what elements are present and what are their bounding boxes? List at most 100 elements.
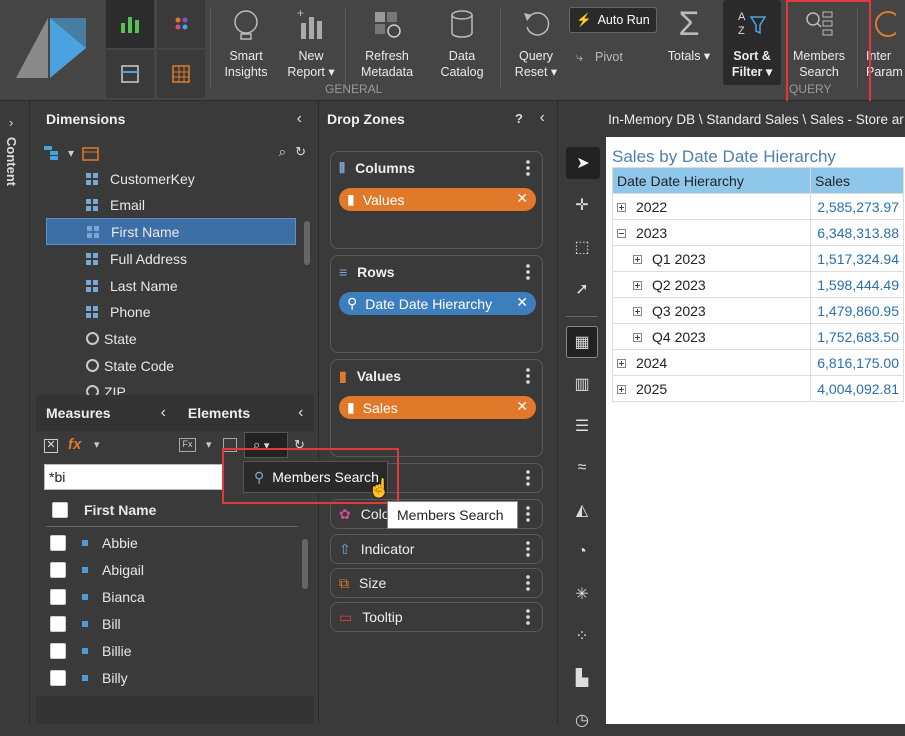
column-chart-icon[interactable]: ▥ bbox=[566, 368, 598, 400]
grid-visual-icon[interactable]: ▦ bbox=[566, 326, 598, 358]
totals-button[interactable]: Σ Totals ▾ bbox=[664, 0, 714, 85]
more-options-icon[interactable] bbox=[526, 540, 530, 558]
member-checkbox[interactable] bbox=[50, 670, 66, 686]
radar-chart-icon[interactable]: ✳ bbox=[566, 578, 598, 610]
member-checkbox[interactable] bbox=[50, 562, 66, 578]
area-chart-icon[interactable]: ◭ bbox=[566, 494, 598, 526]
more-options-icon[interactable] bbox=[526, 574, 530, 592]
remove-icon[interactable]: ✕ bbox=[516, 294, 528, 311]
list-item[interactable]: Abigail bbox=[50, 556, 144, 583]
refresh-metadata-button[interactable]: Refresh Metadata bbox=[352, 0, 422, 85]
dimension-item-first-name[interactable]: First Name bbox=[46, 218, 296, 245]
palette-view-button[interactable] bbox=[157, 0, 205, 48]
dimensions-scrollbar[interactable] bbox=[304, 221, 310, 265]
dropdown-caret-icon[interactable]: ▾ bbox=[206, 438, 212, 451]
table-row[interactable]: 20236,348,313.88 bbox=[613, 220, 904, 246]
dimension-item-last-name[interactable]: Last Name bbox=[36, 272, 178, 299]
table-row[interactable]: 20222,585,273.97 bbox=[613, 194, 904, 220]
column-header[interactable]: Date Date Hierarchy bbox=[613, 168, 811, 194]
expand-icon[interactable] bbox=[633, 255, 642, 264]
grid-view-button[interactable] bbox=[157, 50, 205, 98]
remove-icon[interactable]: ✕ bbox=[516, 398, 528, 415]
values-drop-zone[interactable]: ▮Values ▮Sales✕ bbox=[330, 359, 543, 457]
table-row[interactable]: Q1 20231,517,324.94 bbox=[613, 246, 904, 272]
member-checkbox[interactable] bbox=[50, 643, 66, 659]
expand-icon[interactable] bbox=[617, 359, 626, 368]
rows-drop-zone[interactable]: ≡Rows ⚲Date Date Hierarchy✕ bbox=[330, 255, 543, 353]
member-search-input[interactable] bbox=[44, 464, 224, 490]
hierarchy-icon[interactable] bbox=[44, 146, 60, 160]
smart-insights-button[interactable]: Smart Insights bbox=[216, 0, 276, 85]
more-options-icon[interactable] bbox=[526, 608, 530, 626]
calendar-icon[interactable] bbox=[82, 145, 100, 161]
select-all-checkbox[interactable] bbox=[52, 502, 68, 518]
indicator-drop-zone[interactable]: ⇧Indicator bbox=[330, 534, 543, 564]
sort-filter-button[interactable]: AZ Sort & Filter ▾ bbox=[723, 0, 781, 85]
gauge-icon[interactable]: ◷ bbox=[566, 704, 598, 736]
crosshair-tool-icon[interactable]: ✛ bbox=[566, 189, 598, 221]
collapse-measures-icon[interactable]: ‹ bbox=[161, 404, 166, 422]
scatter-chart-icon[interactable]: ⁘ bbox=[566, 620, 598, 652]
more-options-icon[interactable] bbox=[526, 263, 530, 281]
formula-icon[interactable]: Fx bbox=[179, 438, 196, 452]
dimension-item-phone[interactable]: Phone bbox=[36, 298, 150, 325]
dimension-item-email[interactable]: Email bbox=[36, 191, 145, 218]
table-row[interactable]: 20254,004,092.81 bbox=[613, 376, 904, 402]
column-header[interactable]: Sales bbox=[811, 168, 904, 194]
collapse-elements-icon[interactable]: ‹ bbox=[298, 404, 303, 422]
new-report-button[interactable]: + New Report ▾ bbox=[282, 0, 340, 85]
refresh-icon[interactable]: ↻ bbox=[295, 144, 306, 160]
size-drop-zone[interactable]: ⧉Size bbox=[330, 568, 543, 598]
interactive-param-button[interactable]: Inter Param bbox=[866, 0, 905, 85]
expand-icon[interactable] bbox=[633, 281, 642, 290]
content-side-tab[interactable]: › Content bbox=[0, 101, 30, 724]
help-icon[interactable]: ? bbox=[515, 111, 523, 126]
table-row[interactable]: Q4 20231,752,683.50 bbox=[613, 324, 904, 350]
date-hierarchy-pill[interactable]: ⚲Date Date Hierarchy✕ bbox=[339, 292, 536, 315]
list-item[interactable]: Billy bbox=[50, 664, 128, 691]
tooltip-drop-zone[interactable]: ▭Tooltip bbox=[330, 602, 543, 632]
dimension-item-customerkey[interactable]: CustomerKey bbox=[36, 165, 195, 192]
table-row[interactable]: Q2 20231,598,444.49 bbox=[613, 272, 904, 298]
expand-icon[interactable] bbox=[633, 307, 642, 316]
collapse-icon[interactable] bbox=[617, 229, 626, 238]
expand-icon[interactable] bbox=[617, 385, 626, 394]
list-item[interactable]: Bianca bbox=[50, 583, 145, 610]
table-row[interactable]: Q3 20231,479,860.95 bbox=[613, 298, 904, 324]
function-icon[interactable]: fx bbox=[68, 436, 81, 453]
query-reset-button[interactable]: Query Reset ▾ bbox=[507, 0, 565, 85]
pivot-button[interactable]: ⤷ Pivot bbox=[576, 48, 623, 66]
treemap-icon[interactable]: ▙ bbox=[566, 662, 598, 694]
expand-icon[interactable] bbox=[617, 203, 626, 212]
app-logo[interactable] bbox=[0, 0, 104, 100]
pie-chart-icon[interactable]: ◔ bbox=[566, 536, 598, 568]
member-checkbox[interactable] bbox=[50, 535, 66, 551]
values-pill[interactable]: ▮Values✕ bbox=[339, 188, 536, 211]
search-icon[interactable]: ⌕ bbox=[279, 144, 286, 160]
bar-chart-icon[interactable]: ☰ bbox=[566, 410, 598, 442]
clear-icon[interactable]: ✕ bbox=[44, 439, 58, 453]
tab-measures[interactable]: Measures bbox=[46, 405, 111, 421]
select-area-tool-icon[interactable]: ⬚ bbox=[566, 231, 598, 263]
layout-view-button[interactable] bbox=[106, 50, 154, 98]
collapse-dropzones-icon[interactable]: ‹ bbox=[540, 109, 545, 127]
dimension-item-zip[interactable]: ZIP bbox=[36, 378, 126, 395]
data-catalog-button[interactable]: Data Catalog bbox=[430, 0, 494, 85]
more-options-icon[interactable] bbox=[526, 367, 530, 385]
chart-view-button[interactable] bbox=[106, 0, 154, 48]
list-item[interactable]: Abbie bbox=[50, 529, 138, 556]
more-options-icon[interactable] bbox=[526, 159, 530, 177]
drill-tool-icon[interactable]: ➚ bbox=[566, 273, 598, 305]
expand-icon[interactable] bbox=[633, 333, 642, 342]
list-item[interactable]: Billie bbox=[50, 637, 132, 664]
dimension-item-full-address[interactable]: Full Address bbox=[36, 245, 187, 272]
more-options-icon[interactable] bbox=[526, 469, 530, 487]
table-row[interactable]: 20246,816,175.00 bbox=[613, 350, 904, 376]
member-checkbox[interactable] bbox=[50, 589, 66, 605]
list-item[interactable]: Bill bbox=[50, 610, 121, 637]
remove-icon[interactable]: ✕ bbox=[516, 190, 528, 207]
dropdown-caret-icon[interactable]: ▾ bbox=[68, 146, 74, 160]
more-options-icon[interactable] bbox=[526, 505, 530, 523]
member-checkbox[interactable] bbox=[50, 616, 66, 632]
auto-run-button[interactable]: ⚡ Auto Run bbox=[569, 7, 657, 33]
